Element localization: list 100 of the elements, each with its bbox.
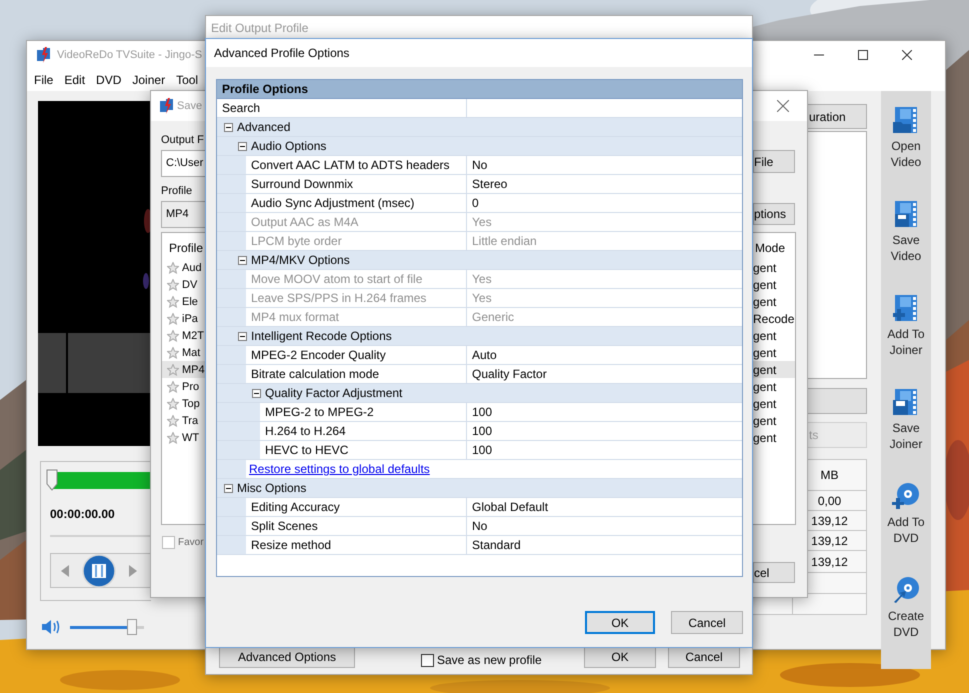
side-button[interactable]: uration bbox=[807, 104, 867, 129]
toolbar-button[interactable]: Save Video bbox=[881, 199, 931, 293]
list-item[interactable]: M2T bbox=[162, 327, 205, 344]
list-item[interactable]: gent bbox=[753, 293, 795, 310]
cancel-button[interactable]: Cancel bbox=[671, 611, 743, 634]
property-value[interactable]: Quality Factor bbox=[467, 365, 742, 383]
list-item[interactable]: gent bbox=[753, 378, 795, 395]
maximize-icon[interactable] bbox=[858, 50, 868, 60]
list-item[interactable]: gent bbox=[753, 259, 795, 276]
cancel-button[interactable]: cel bbox=[753, 562, 795, 583]
menu-item[interactable]: Joiner bbox=[132, 73, 166, 87]
toolbar-button[interactable]: Add To Joiner bbox=[881, 293, 931, 387]
property-value[interactable]: Standard bbox=[467, 536, 742, 554]
menu-item[interactable]: DVD bbox=[96, 73, 122, 87]
list-item[interactable]: iPa bbox=[162, 310, 205, 327]
star-icon bbox=[167, 278, 179, 290]
collapse-icon[interactable] bbox=[252, 388, 261, 398]
grid-header: Profile Options bbox=[217, 80, 742, 99]
list-item[interactable]: gent bbox=[753, 395, 795, 412]
property-name: LPCM byte order bbox=[217, 232, 467, 250]
list-item[interactable]: Tra bbox=[162, 412, 205, 429]
list-item[interactable]: WT bbox=[162, 429, 205, 446]
star-icon bbox=[167, 346, 179, 358]
collapse-icon[interactable] bbox=[224, 122, 233, 132]
menu-item[interactable]: Tool bbox=[176, 73, 198, 87]
star-icon bbox=[167, 364, 179, 376]
collapse-icon[interactable] bbox=[238, 142, 247, 150]
star-icon bbox=[167, 312, 179, 324]
list-item[interactable]: gent bbox=[753, 412, 795, 429]
property-name: Convert AAC LATM to ADTS headers bbox=[217, 156, 467, 174]
menu-item[interactable]: File bbox=[34, 73, 54, 87]
property-value[interactable]: Auto bbox=[467, 346, 742, 364]
menu-item[interactable]: Edit bbox=[64, 73, 86, 87]
list-item[interactable]: Top bbox=[162, 395, 205, 412]
field-label: Output F bbox=[161, 133, 204, 148]
property-value[interactable]: 100 bbox=[467, 422, 742, 440]
collapse-icon[interactable] bbox=[238, 332, 247, 340]
options-button[interactable]: ptions bbox=[753, 203, 795, 225]
property-value[interactable]: 100 bbox=[467, 441, 742, 459]
list-item[interactable]: gent bbox=[753, 361, 795, 378]
advanced-options-button[interactable]: Advanced Options bbox=[219, 646, 355, 668]
ok-button[interactable]: OK bbox=[584, 646, 656, 668]
property-value[interactable]: No bbox=[467, 517, 742, 535]
checkbox[interactable] bbox=[421, 654, 434, 666]
output-folder-field[interactable]: C:\User bbox=[161, 150, 205, 177]
star-icon bbox=[167, 432, 179, 444]
close-icon[interactable] bbox=[777, 100, 789, 112]
stop-button[interactable] bbox=[82, 554, 116, 588]
timecode: 00:00:00.00 bbox=[50, 507, 115, 521]
property-name: HEVC to HEVC bbox=[217, 441, 467, 459]
property-name: Split Scenes bbox=[217, 517, 467, 535]
dialog-title: Advanced Profile Options bbox=[214, 46, 350, 60]
property-name: MPEG-2 to MPEG-2 bbox=[217, 403, 467, 421]
property-name: Bitrate calculation mode bbox=[217, 365, 467, 383]
cancel-button[interactable]: Cancel bbox=[668, 646, 740, 668]
list-item[interactable]: Pro bbox=[162, 378, 205, 395]
toolbar-button[interactable]: Open Video bbox=[881, 105, 931, 199]
disc-plus-icon bbox=[891, 481, 921, 511]
position-handle[interactable] bbox=[46, 469, 58, 491]
collapse-icon[interactable] bbox=[238, 256, 247, 264]
property-name: Editing Accuracy bbox=[217, 498, 467, 516]
list-item[interactable]: Ele bbox=[162, 293, 205, 310]
checkbox[interactable] bbox=[162, 536, 175, 549]
restore-link[interactable]: Restore settings to global defaults bbox=[249, 462, 430, 476]
volume-thumb[interactable] bbox=[127, 619, 138, 635]
star-icon bbox=[167, 380, 179, 392]
property-value[interactable]: 100 bbox=[467, 403, 742, 421]
app-icon bbox=[37, 47, 51, 63]
star-icon bbox=[167, 296, 179, 308]
list-item[interactable]: gent bbox=[753, 429, 795, 446]
property-value[interactable]: Global Default bbox=[467, 498, 742, 516]
property-value: Yes bbox=[471, 214, 493, 231]
list-item[interactable]: Mat bbox=[162, 344, 205, 361]
toolbar-button[interactable]: Create DVD bbox=[881, 575, 931, 669]
list-item[interactable]: gent bbox=[753, 344, 795, 361]
property-value: Little endian bbox=[471, 233, 538, 250]
property-name: MPEG-2 Encoder Quality bbox=[217, 346, 467, 364]
profile-field[interactable]: MP4 bbox=[161, 201, 205, 228]
list-item[interactable]: DV bbox=[162, 276, 205, 293]
ok-button[interactable]: OK bbox=[585, 611, 655, 634]
speaker-icon[interactable] bbox=[42, 619, 60, 635]
list-item[interactable]: gent bbox=[753, 276, 795, 293]
property-value[interactable]: No bbox=[467, 156, 742, 174]
list-item[interactable]: gent bbox=[753, 327, 795, 344]
column-header: Profile bbox=[169, 240, 204, 256]
toolbar-button[interactable]: Save Joiner bbox=[881, 387, 931, 481]
close-icon[interactable] bbox=[902, 50, 912, 60]
list-item[interactable]: MP4 bbox=[162, 361, 205, 378]
list-item[interactable]: Aud bbox=[162, 259, 205, 276]
star-icon bbox=[167, 262, 179, 274]
checkbox-label: Save as new profile bbox=[437, 653, 542, 667]
list-item[interactable]: Recode bbox=[753, 310, 795, 327]
category-label: Quality Factor Adjustment bbox=[265, 386, 402, 400]
toolbar-button[interactable]: Add To DVD bbox=[881, 481, 931, 575]
file-button[interactable]: File bbox=[753, 150, 795, 173]
category-label: Intelligent Recode Options bbox=[251, 329, 392, 343]
property-value[interactable]: 0 bbox=[467, 194, 742, 212]
collapse-icon[interactable] bbox=[224, 484, 233, 492]
property-value[interactable]: Stereo bbox=[467, 175, 742, 193]
property-name: Leave SPS/PPS in H.264 frames bbox=[217, 289, 467, 307]
